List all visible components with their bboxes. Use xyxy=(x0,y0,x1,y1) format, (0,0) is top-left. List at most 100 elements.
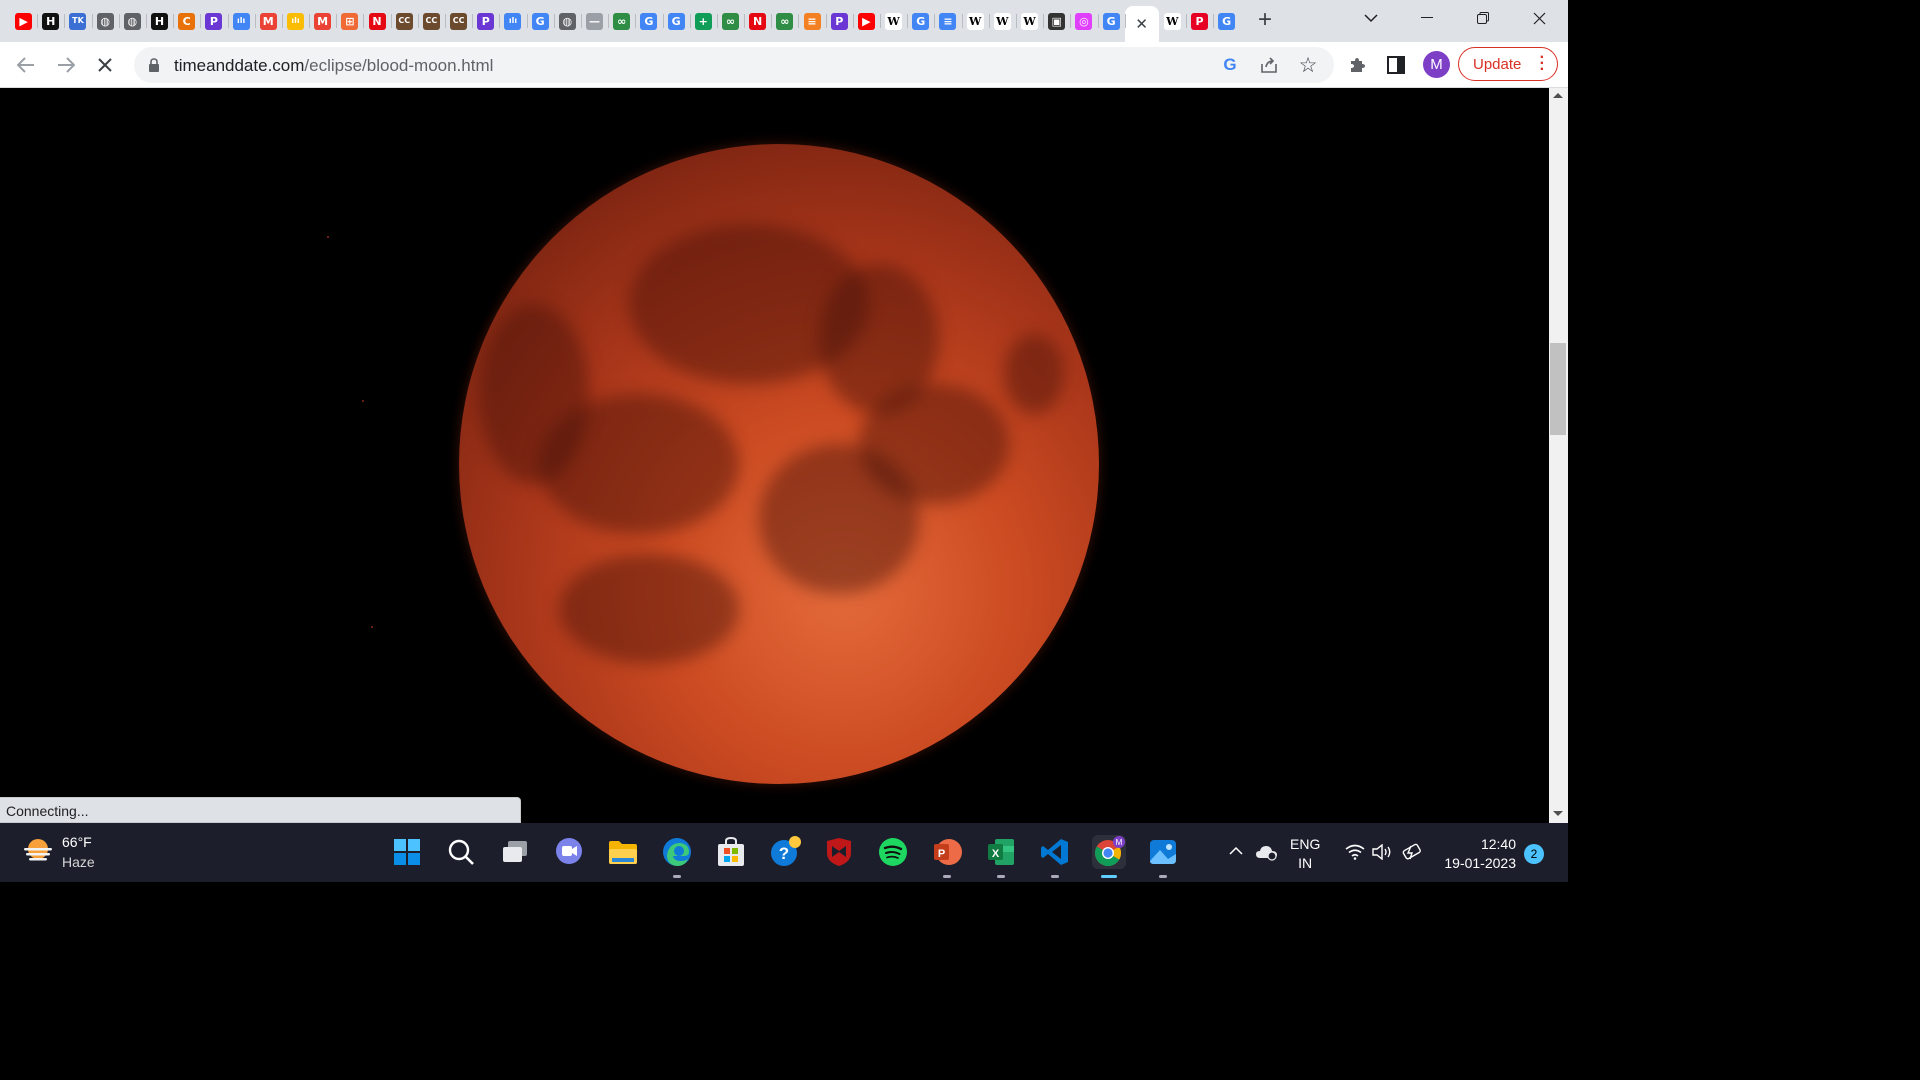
bookmark-button[interactable]: ☆ xyxy=(1292,49,1324,81)
restore-button[interactable] xyxy=(1460,0,1506,36)
browser-tab[interactable]: ◍ xyxy=(118,6,146,36)
scrollbar-thumb[interactable] xyxy=(1550,343,1566,435)
google-icon: G xyxy=(640,12,658,30)
tab-close-button[interactable]: ✕ xyxy=(1124,6,1159,42)
show-hidden-icons-button[interactable] xyxy=(1229,843,1243,859)
stop-loading-button[interactable] xyxy=(89,49,121,81)
region-code: IN xyxy=(1298,855,1313,871)
close-window-button[interactable] xyxy=(1516,0,1562,36)
browser-tab[interactable]: ∞ xyxy=(608,6,635,36)
extensions-button[interactable] xyxy=(1341,49,1373,81)
new-tab-button[interactable]: + xyxy=(1252,8,1278,34)
browser-tab[interactable]: ılı xyxy=(281,6,309,36)
browser-tab[interactable]: H xyxy=(37,6,64,36)
browser-tab[interactable]: M xyxy=(254,6,282,36)
browser-tab[interactable]: ▶ xyxy=(10,6,37,36)
browser-tab[interactable]: G xyxy=(635,6,662,36)
browser-tab[interactable]: W xyxy=(880,6,907,36)
browser-tab[interactable]: N xyxy=(363,6,390,36)
browser-tab[interactable]: ◍ xyxy=(91,6,119,36)
browser-tab[interactable]: G xyxy=(1097,6,1125,36)
tab-search-button[interactable] xyxy=(1348,0,1394,36)
restore-icon xyxy=(1477,12,1489,24)
browser-tab[interactable]: ∞ xyxy=(716,6,744,36)
browser-tab[interactable]: W xyxy=(988,6,1016,36)
browser-tab[interactable]: P xyxy=(472,6,499,36)
excel-button[interactable]: X xyxy=(984,835,1018,878)
p-icon: P xyxy=(477,12,495,30)
browser-tab[interactable]: W xyxy=(1159,6,1186,36)
scroll-down-icon[interactable] xyxy=(1553,811,1563,816)
volume-button[interactable] xyxy=(1372,843,1394,863)
browser-tab[interactable]: G xyxy=(526,6,554,36)
page-scrollbar[interactable] xyxy=(1549,88,1568,823)
browser-tab[interactable]: CC xyxy=(390,6,418,36)
minimize-button[interactable] xyxy=(1404,0,1450,36)
photos-button[interactable] xyxy=(1146,835,1180,878)
browser-tab[interactable]: ⊞ xyxy=(336,6,363,36)
forward-button[interactable] xyxy=(50,49,82,81)
browser-tab[interactable]: N xyxy=(744,6,771,36)
microsoft-store-button[interactable] xyxy=(714,835,748,869)
scroll-up-icon[interactable] xyxy=(1553,93,1563,98)
onedrive-button[interactable] xyxy=(1255,843,1279,864)
weather-condition: Haze xyxy=(62,854,95,870)
browser-tab[interactable]: TK xyxy=(64,6,91,36)
file-explorer-button[interactable] xyxy=(606,835,640,869)
color-wheel-icon: ◎ xyxy=(1075,12,1093,30)
get-help-button[interactable]: ? xyxy=(768,835,802,869)
browser-tab[interactable]: M xyxy=(309,6,336,36)
clock-button[interactable]: 12:40 19-01-2023 xyxy=(1440,835,1516,873)
browser-tab[interactable]: ılı xyxy=(227,6,255,36)
spotify-button[interactable] xyxy=(876,835,910,869)
input-language-button[interactable]: ENG IN xyxy=(1290,835,1320,873)
search-button[interactable] xyxy=(444,835,478,869)
moon-mare xyxy=(1004,334,1064,414)
powerpoint-button[interactable]: P xyxy=(930,835,964,878)
chat-button[interactable] xyxy=(552,835,586,869)
wifi-button[interactable] xyxy=(1345,844,1365,863)
edge-button[interactable] xyxy=(660,835,694,878)
browser-tab[interactable]: W xyxy=(961,6,989,36)
vscode-button[interactable] xyxy=(1038,835,1072,878)
browser-tab[interactable]: G xyxy=(907,6,934,36)
mcafee-button[interactable] xyxy=(822,835,856,869)
notification-badge[interactable]: 2 xyxy=(1524,844,1544,864)
share-button[interactable] xyxy=(1253,49,1285,81)
browser-tab[interactable]: P xyxy=(200,6,227,36)
browser-tab[interactable]: C xyxy=(173,6,200,36)
browser-tab[interactable]: ılı xyxy=(499,6,526,36)
start-button[interactable] xyxy=(390,835,424,869)
browser-tab[interactable]: ▣ xyxy=(1043,6,1070,36)
browser-tab[interactable]: W xyxy=(1015,6,1043,36)
folder-icon xyxy=(609,841,637,864)
browser-tab[interactable]: ▶ xyxy=(852,6,880,36)
browser-tab[interactable]: + xyxy=(689,6,717,36)
browser-tab[interactable]: P xyxy=(825,6,853,36)
browser-tab[interactable]: G xyxy=(662,6,690,36)
google-lens-button[interactable]: G xyxy=(1214,49,1246,81)
browser-tab[interactable]: CC xyxy=(417,6,445,36)
browser-tab[interactable]: — xyxy=(580,6,608,36)
update-button[interactable]: Update · · · xyxy=(1458,47,1558,81)
browser-tab[interactable]: G xyxy=(1213,6,1240,36)
browser-tab[interactable]: ◎ xyxy=(1070,6,1097,36)
browser-tab[interactable]: ◍ xyxy=(553,6,581,36)
browser-tab[interactable]: P xyxy=(1185,6,1213,36)
address-bar[interactable]: timeanddate.com/eclipse/blood-moon.html … xyxy=(134,47,1334,83)
profile-avatar[interactable]: M xyxy=(1423,51,1450,78)
back-button[interactable] xyxy=(10,49,42,81)
browser-tab[interactable]: ≡ xyxy=(798,6,825,36)
google-icon: G xyxy=(1223,55,1237,74)
chrome-button[interactable]: M xyxy=(1092,835,1126,878)
chevron-down-icon xyxy=(1364,14,1378,23)
browser-tab[interactable]: CC xyxy=(445,6,472,36)
battery-button[interactable] xyxy=(1401,842,1425,865)
browser-tab[interactable]: H xyxy=(145,6,173,36)
cc-icon: CC xyxy=(395,12,413,30)
side-panel-button[interactable] xyxy=(1380,49,1412,81)
menu-dots-icon: · · · xyxy=(1539,49,1545,78)
browser-tab[interactable]: ∞ xyxy=(771,6,798,36)
browser-tab[interactable]: ≡ xyxy=(934,6,961,36)
task-view-button[interactable] xyxy=(498,835,532,869)
